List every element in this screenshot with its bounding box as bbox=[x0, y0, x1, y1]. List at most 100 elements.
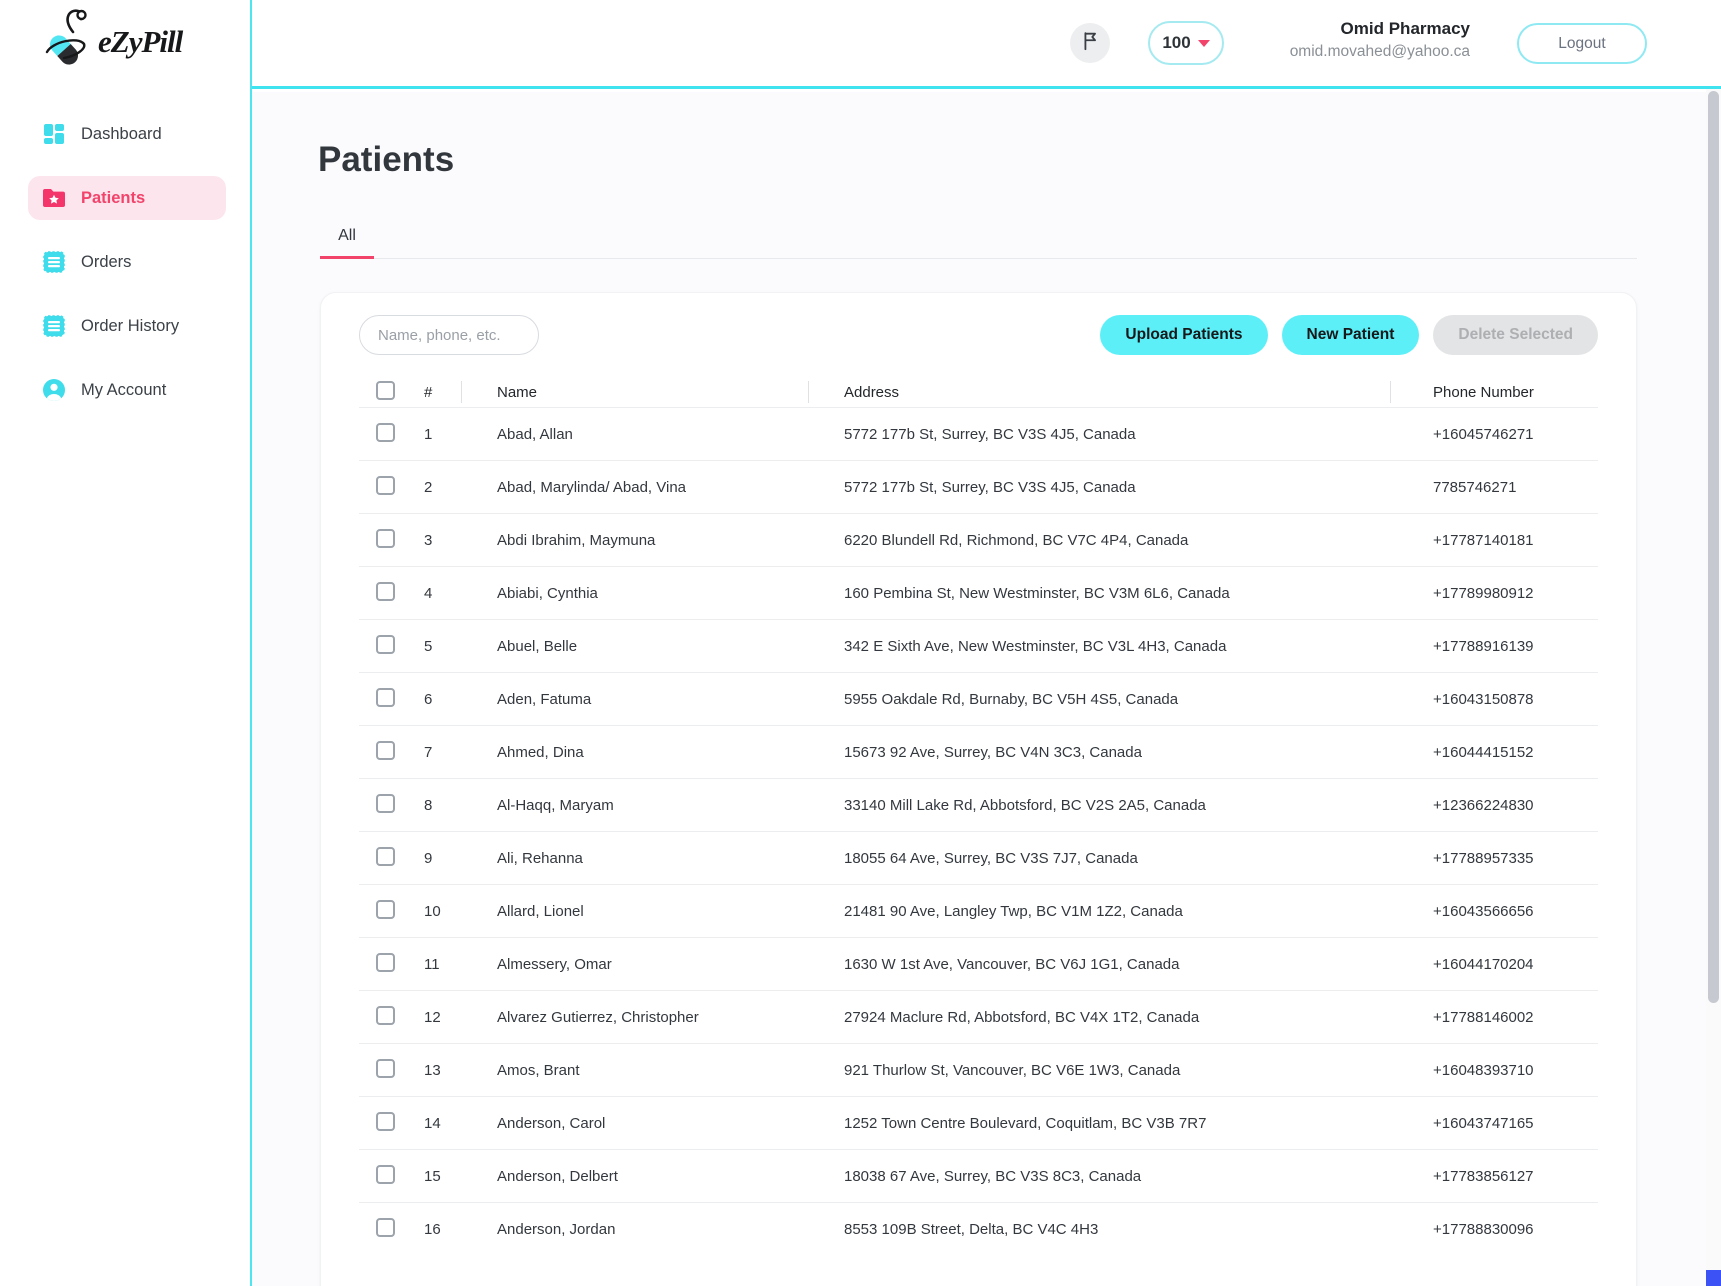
sidebar-item-label: Orders bbox=[81, 253, 131, 272]
logout-button[interactable]: Logout bbox=[1517, 23, 1647, 64]
tab-all[interactable]: All bbox=[320, 216, 374, 259]
row-number: 15 bbox=[411, 1168, 497, 1185]
table-row[interactable]: 13 Amos, Brant 921 Thurlow St, Vancouver… bbox=[359, 1043, 1598, 1096]
orders-list-icon bbox=[42, 250, 66, 274]
patient-name: Aden, Fatuma bbox=[497, 691, 844, 708]
row-checkbox[interactable] bbox=[376, 688, 395, 707]
patient-phone: +16048393710 bbox=[1433, 1062, 1598, 1079]
sidebar-item-my-account[interactable]: My Account bbox=[28, 368, 226, 412]
search-input[interactable] bbox=[359, 315, 539, 355]
flag-icon bbox=[1079, 30, 1101, 57]
brand-logo: eZyPill bbox=[40, 6, 182, 77]
patient-address: 5772 177b St, Surrey, BC V3S 4J5, Canada bbox=[844, 426, 1433, 443]
sidebar-item-orders[interactable]: Orders bbox=[28, 240, 226, 284]
table-row[interactable]: 12 Alvarez Gutierrez, Christopher 27924 … bbox=[359, 990, 1598, 1043]
patient-phone: +16044170204 bbox=[1433, 956, 1598, 973]
patient-phone: 7785746271 bbox=[1433, 479, 1598, 496]
row-checkbox[interactable] bbox=[376, 529, 395, 548]
row-checkbox[interactable] bbox=[376, 423, 395, 442]
page-title: Patients bbox=[318, 140, 454, 180]
select-all-checkbox[interactable] bbox=[376, 381, 395, 400]
sidebar-nav: Dashboard Patients Orders bbox=[28, 112, 226, 432]
sidebar-item-dashboard[interactable]: Dashboard bbox=[28, 112, 226, 156]
page-size-value: 100 bbox=[1162, 33, 1190, 53]
patient-name: Anderson, Carol bbox=[497, 1115, 844, 1132]
column-divider bbox=[808, 381, 809, 403]
row-checkbox[interactable] bbox=[376, 847, 395, 866]
patient-phone: +16044415152 bbox=[1433, 744, 1598, 761]
toolbar-buttons: Upload Patients New Patient Delete Selec… bbox=[1100, 315, 1598, 355]
row-checkbox[interactable] bbox=[376, 1218, 395, 1237]
table-row[interactable]: 8 Al-Haqq, Maryam 33140 Mill Lake Rd, Ab… bbox=[359, 778, 1598, 831]
pill-mouse-logo-icon bbox=[40, 6, 92, 77]
delete-selected-button[interactable]: Delete Selected bbox=[1433, 315, 1598, 355]
row-checkbox[interactable] bbox=[376, 953, 395, 972]
row-checkbox[interactable] bbox=[376, 1006, 395, 1025]
row-number: 13 bbox=[411, 1062, 497, 1079]
pharmacy-name: Omid Pharmacy bbox=[1290, 17, 1470, 41]
flag-button[interactable] bbox=[1070, 23, 1110, 63]
row-number: 10 bbox=[411, 903, 497, 920]
row-number: 11 bbox=[411, 956, 497, 973]
patient-name: Anderson, Jordan bbox=[497, 1221, 844, 1238]
scrollbar-corner-marker bbox=[1706, 1270, 1721, 1286]
top-header: 100 Omid Pharmacy omid.movahed@yahoo.ca … bbox=[252, 0, 1721, 89]
person-circle-icon bbox=[42, 378, 66, 402]
row-checkbox[interactable] bbox=[376, 794, 395, 813]
patient-address: 160 Pembina St, New Westminster, BC V3M … bbox=[844, 585, 1433, 602]
table-row[interactable]: 1 Abad, Allan 5772 177b St, Surrey, BC V… bbox=[359, 407, 1598, 460]
vertical-scrollbar[interactable] bbox=[1706, 89, 1721, 1286]
table-row[interactable]: 3 Abdi Ibrahim, Maymuna 6220 Blundell Rd… bbox=[359, 513, 1598, 566]
patient-phone: +17787140181 bbox=[1433, 532, 1598, 549]
patient-phone: +17783856127 bbox=[1433, 1168, 1598, 1185]
upload-patients-button[interactable]: Upload Patients bbox=[1100, 315, 1267, 355]
row-checkbox[interactable] bbox=[376, 1059, 395, 1078]
sidebar-item-label: Dashboard bbox=[81, 125, 162, 144]
table-row[interactable]: 14 Anderson, Carol 1252 Town Centre Boul… bbox=[359, 1096, 1598, 1149]
patient-address: 921 Thurlow St, Vancouver, BC V6E 1W3, C… bbox=[844, 1062, 1433, 1079]
row-checkbox[interactable] bbox=[376, 635, 395, 654]
patient-phone: +12366224830 bbox=[1433, 797, 1598, 814]
patient-address: 33140 Mill Lake Rd, Abbotsford, BC V2S 2… bbox=[844, 797, 1433, 814]
row-checkbox[interactable] bbox=[376, 476, 395, 495]
order-history-list-icon bbox=[42, 314, 66, 338]
patient-name: Amos, Brant bbox=[497, 1062, 844, 1079]
sidebar-item-order-history[interactable]: Order History bbox=[28, 304, 226, 348]
new-patient-button[interactable]: New Patient bbox=[1282, 315, 1420, 355]
table-row[interactable]: 15 Anderson, Delbert 18038 67 Ave, Surre… bbox=[359, 1149, 1598, 1202]
row-number: 7 bbox=[411, 744, 497, 761]
table-row[interactable]: 9 Ali, Rehanna 18055 64 Ave, Surrey, BC … bbox=[359, 831, 1598, 884]
table-row[interactable]: 11 Almessery, Omar 1630 W 1st Ave, Vanco… bbox=[359, 937, 1598, 990]
row-checkbox[interactable] bbox=[376, 1112, 395, 1131]
patient-phone: +17789980912 bbox=[1433, 585, 1598, 602]
scrollbar-thumb[interactable] bbox=[1708, 91, 1719, 1003]
patient-name: Al-Haqq, Maryam bbox=[497, 797, 844, 814]
row-checkbox[interactable] bbox=[376, 741, 395, 760]
patients-folder-star-icon bbox=[42, 186, 66, 210]
patient-phone: +16045746271 bbox=[1433, 426, 1598, 443]
table-row[interactable]: 7 Ahmed, Dina 15673 92 Ave, Surrey, BC V… bbox=[359, 725, 1598, 778]
table-row[interactable]: 6 Aden, Fatuma 5955 Oakdale Rd, Burnaby,… bbox=[359, 672, 1598, 725]
table-toolbar: Upload Patients New Patient Delete Selec… bbox=[359, 315, 1598, 355]
page-size-dropdown[interactable]: 100 bbox=[1148, 21, 1224, 65]
tabs-divider bbox=[320, 258, 1637, 259]
patient-address: 21481 90 Ave, Langley Twp, BC V1M 1Z2, C… bbox=[844, 903, 1433, 920]
row-number: 3 bbox=[411, 532, 497, 549]
sidebar-item-label: My Account bbox=[81, 381, 166, 400]
sidebar-item-patients[interactable]: Patients bbox=[28, 176, 226, 220]
brand-name: eZyPill bbox=[98, 24, 182, 60]
table-row[interactable]: 16 Anderson, Jordan 8553 109B Street, De… bbox=[359, 1202, 1598, 1255]
row-number: 14 bbox=[411, 1115, 497, 1132]
row-checkbox[interactable] bbox=[376, 1165, 395, 1184]
table-row[interactable]: 10 Allard, Lionel 21481 90 Ave, Langley … bbox=[359, 884, 1598, 937]
row-checkbox[interactable] bbox=[376, 582, 395, 601]
table-row[interactable]: 4 Abiabi, Cynthia 160 Pembina St, New We… bbox=[359, 566, 1598, 619]
patient-address: 18038 67 Ave, Surrey, BC V3S 8C3, Canada bbox=[844, 1168, 1433, 1185]
table-row[interactable]: 2 Abad, Marylinda/ Abad, Vina 5772 177b … bbox=[359, 460, 1598, 513]
sidebar: eZyPill Dashboard Patients bbox=[0, 0, 252, 1286]
patient-address: 8553 109B Street, Delta, BC V4C 4H3 bbox=[844, 1221, 1433, 1238]
patients-card: Upload Patients New Patient Delete Selec… bbox=[320, 292, 1637, 1286]
patient-name: Anderson, Delbert bbox=[497, 1168, 844, 1185]
table-row[interactable]: 5 Abuel, Belle 342 E Sixth Ave, New West… bbox=[359, 619, 1598, 672]
row-checkbox[interactable] bbox=[376, 900, 395, 919]
